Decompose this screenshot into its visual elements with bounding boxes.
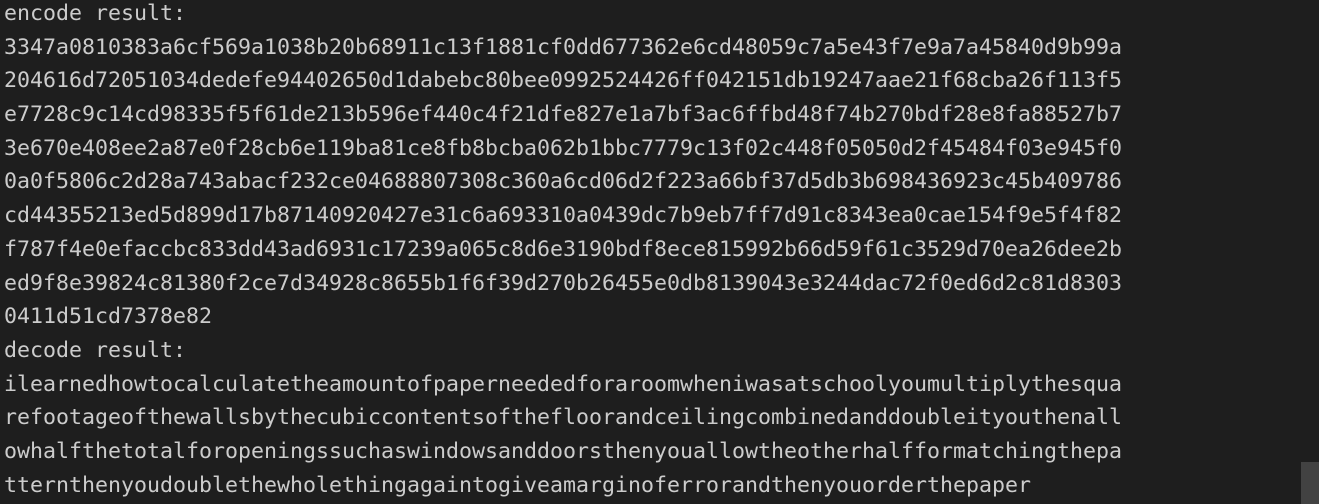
encode-result-label: encode result: [4,1,187,26]
encode-line: 204616d72051034dedefe94402650d1dabebc80b… [4,68,1123,94]
vertical-scrollbar-thumb[interactable] [1301,462,1319,504]
encode-line: ed9f8e39824c81380f2ce7d34928c8655b1f6f39… [4,270,1123,296]
decode-line: refootageofthewallsbythecubiccontentsoft… [4,405,1123,431]
encode-line: e7728c9c14cd98335f5f61de213b596ef440c4f2… [4,102,1123,128]
encode-line: 0411d51cd7378e82 [4,304,213,330]
encode-line: f787f4e0efaccbc833dd43ad6931c17239a065c8… [4,236,1123,262]
decode-result-label: decode result: [4,337,187,363]
decode-line: owhalfthetotalforopeningssuchaswindowsan… [4,438,1123,464]
encode-line: 3e670e408ee2a87e0f28cb6e119ba81ce8fb8bcb… [4,135,1123,161]
terminal-output: encode result: 3347a0810383a6cf569a1038b… [0,0,1319,501]
encode-line: cd44355213ed5d899d17b87140920427e31c6a69… [4,203,1123,229]
encode-line: 3347a0810383a6cf569a1038b20b68911c13f188… [4,34,1123,60]
encode-line: 0a0f5806c2d28a743abacf232ce04688807308c3… [4,169,1123,195]
decode-line: ilearnedhowtocalculatetheamountofpaperne… [4,371,1123,397]
decode-line: tternthenyoudoublethewholethingagaintogi… [4,472,1032,498]
